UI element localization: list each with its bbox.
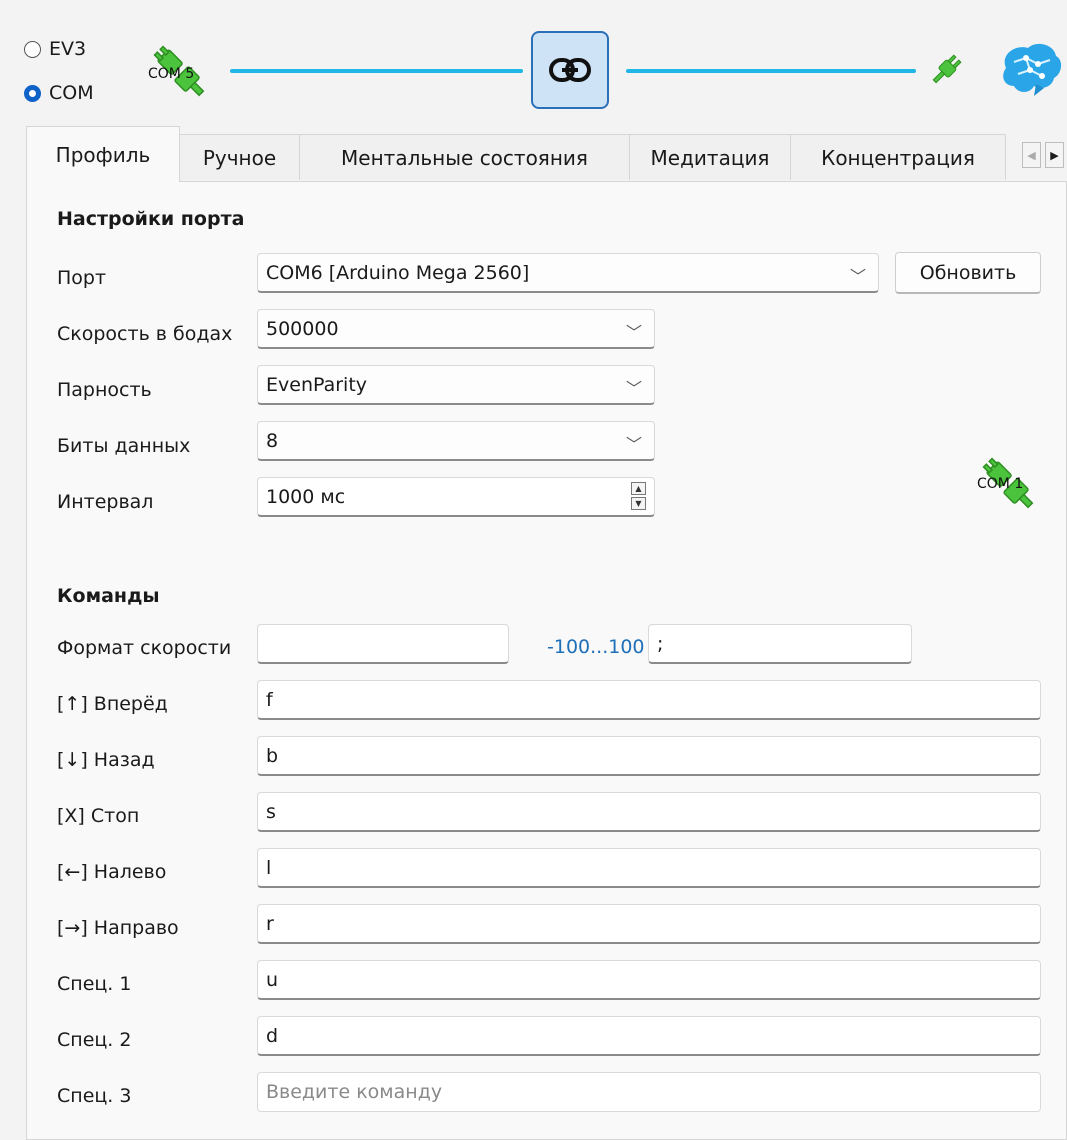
tab-manual[interactable]: Ручное — [179, 134, 300, 180]
command-forward-input[interactable] — [257, 680, 1041, 720]
command-special3-input[interactable] — [257, 1072, 1041, 1112]
profile-panel: Настройки порта Порт COM6 [Arduino Mega … — [26, 181, 1067, 1140]
radio-ev3-indicator — [24, 40, 41, 58]
tab-scroll-buttons: ◀ ▶ — [1022, 142, 1064, 168]
radio-com-indicator — [24, 84, 41, 102]
connect-button[interactable] — [531, 31, 609, 109]
command-stop-input[interactable] — [257, 792, 1041, 832]
speed-format-label: Формат скорости — [57, 637, 232, 659]
command-special2-label: Спец. 2 — [57, 1029, 132, 1051]
tab-bar: Профиль Ручное Ментальные состояния Меди… — [26, 126, 1067, 182]
commands-title: Команды — [57, 585, 160, 607]
radio-ev3-label: EV3 — [49, 38, 87, 60]
baud-label: Скорость в бодах — [57, 323, 233, 345]
data-bits-label: Биты данных — [57, 435, 191, 457]
spin-down-button[interactable]: ▼ — [631, 497, 646, 510]
command-left-label: [←] Налево — [57, 861, 167, 883]
data-bits-select[interactable]: 8 ﹀ — [257, 421, 655, 461]
command-special2-input[interactable] — [257, 1016, 1041, 1056]
parity-select-value: EvenParity — [266, 373, 368, 396]
port-settings-title: Настройки порта — [57, 208, 245, 230]
brain-icon — [996, 38, 1064, 100]
baud-select-value: 500000 — [266, 317, 339, 340]
parity-select[interactable]: EvenParity ﹀ — [257, 365, 655, 405]
tab-profile[interactable]: Профиль — [26, 126, 180, 182]
app-window: EV3 COM COM 5 Профиль Ручное Ментальные … — [10, 10, 1067, 1140]
tab-scroll-right-button[interactable]: ▶ — [1045, 142, 1064, 168]
speed-range-hint: -100...100 — [547, 636, 645, 658]
spin-up-button[interactable]: ▲ — [631, 482, 646, 495]
baud-select[interactable]: 500000 ﹀ — [257, 309, 655, 349]
parity-label: Парность — [57, 379, 152, 401]
interval-spin-buttons: ▲ ▼ — [631, 482, 646, 510]
radio-com-label: COM — [49, 82, 94, 104]
speed-format-prefix-input[interactable] — [257, 624, 509, 664]
command-special1-input[interactable] — [257, 960, 1041, 1000]
com-port-left-label: COM 5 — [148, 66, 195, 82]
connection-line-right — [626, 69, 916, 73]
interval-spinbox[interactable]: 1000 мс ▲ ▼ — [257, 477, 655, 517]
com-port-side-icon[interactable]: COM 1 — [977, 452, 1041, 516]
command-special1-label: Спец. 1 — [57, 973, 132, 995]
speed-format-suffix-input[interactable] — [648, 624, 912, 664]
tab-mental-states[interactable]: Ментальные состояния — [299, 134, 630, 180]
port-label: Порт — [57, 267, 107, 289]
radio-ev3[interactable]: EV3 — [24, 38, 86, 60]
chevron-down-icon: ﹀ — [849, 267, 866, 286]
chevron-down-icon: ﹀ — [625, 323, 642, 342]
port-select-value: COM6 [Arduino Mega 2560] — [266, 261, 530, 284]
com-port-disconnected-icon[interactable]: COM 5 — [148, 40, 212, 104]
command-special3-label: Спец. 3 — [57, 1085, 132, 1107]
command-back-label: [↓] Назад — [57, 749, 155, 771]
connection-line-left — [230, 69, 523, 73]
interval-value: 1000 мс — [266, 485, 346, 508]
command-forward-label: [↑] Вперёд — [57, 693, 168, 715]
command-right-label: [→] Направо — [57, 917, 179, 939]
command-left-input[interactable] — [257, 848, 1041, 888]
data-bits-select-value: 8 — [266, 429, 279, 452]
radio-com[interactable]: COM — [24, 82, 94, 104]
command-back-input[interactable] — [257, 736, 1041, 776]
tab-meditation[interactable]: Медитация — [629, 134, 791, 180]
tab-scroll-left-button[interactable]: ◀ — [1022, 142, 1041, 168]
tab-concentration[interactable]: Концентрация — [790, 134, 1006, 180]
interval-label: Интервал — [57, 491, 154, 513]
refresh-button[interactable]: Обновить — [895, 252, 1041, 294]
port-select[interactable]: COM6 [Arduino Mega 2560] ﹀ — [257, 253, 879, 293]
chevron-down-icon: ﹀ — [625, 435, 642, 454]
command-stop-label: [X] Стоп — [57, 805, 140, 827]
plug-connected-icon — [926, 50, 966, 90]
chevron-down-icon: ﹀ — [625, 379, 642, 398]
command-right-input[interactable] — [257, 904, 1041, 944]
com-port-side-label: COM 1 — [977, 476, 1024, 492]
link-icon — [549, 58, 591, 82]
